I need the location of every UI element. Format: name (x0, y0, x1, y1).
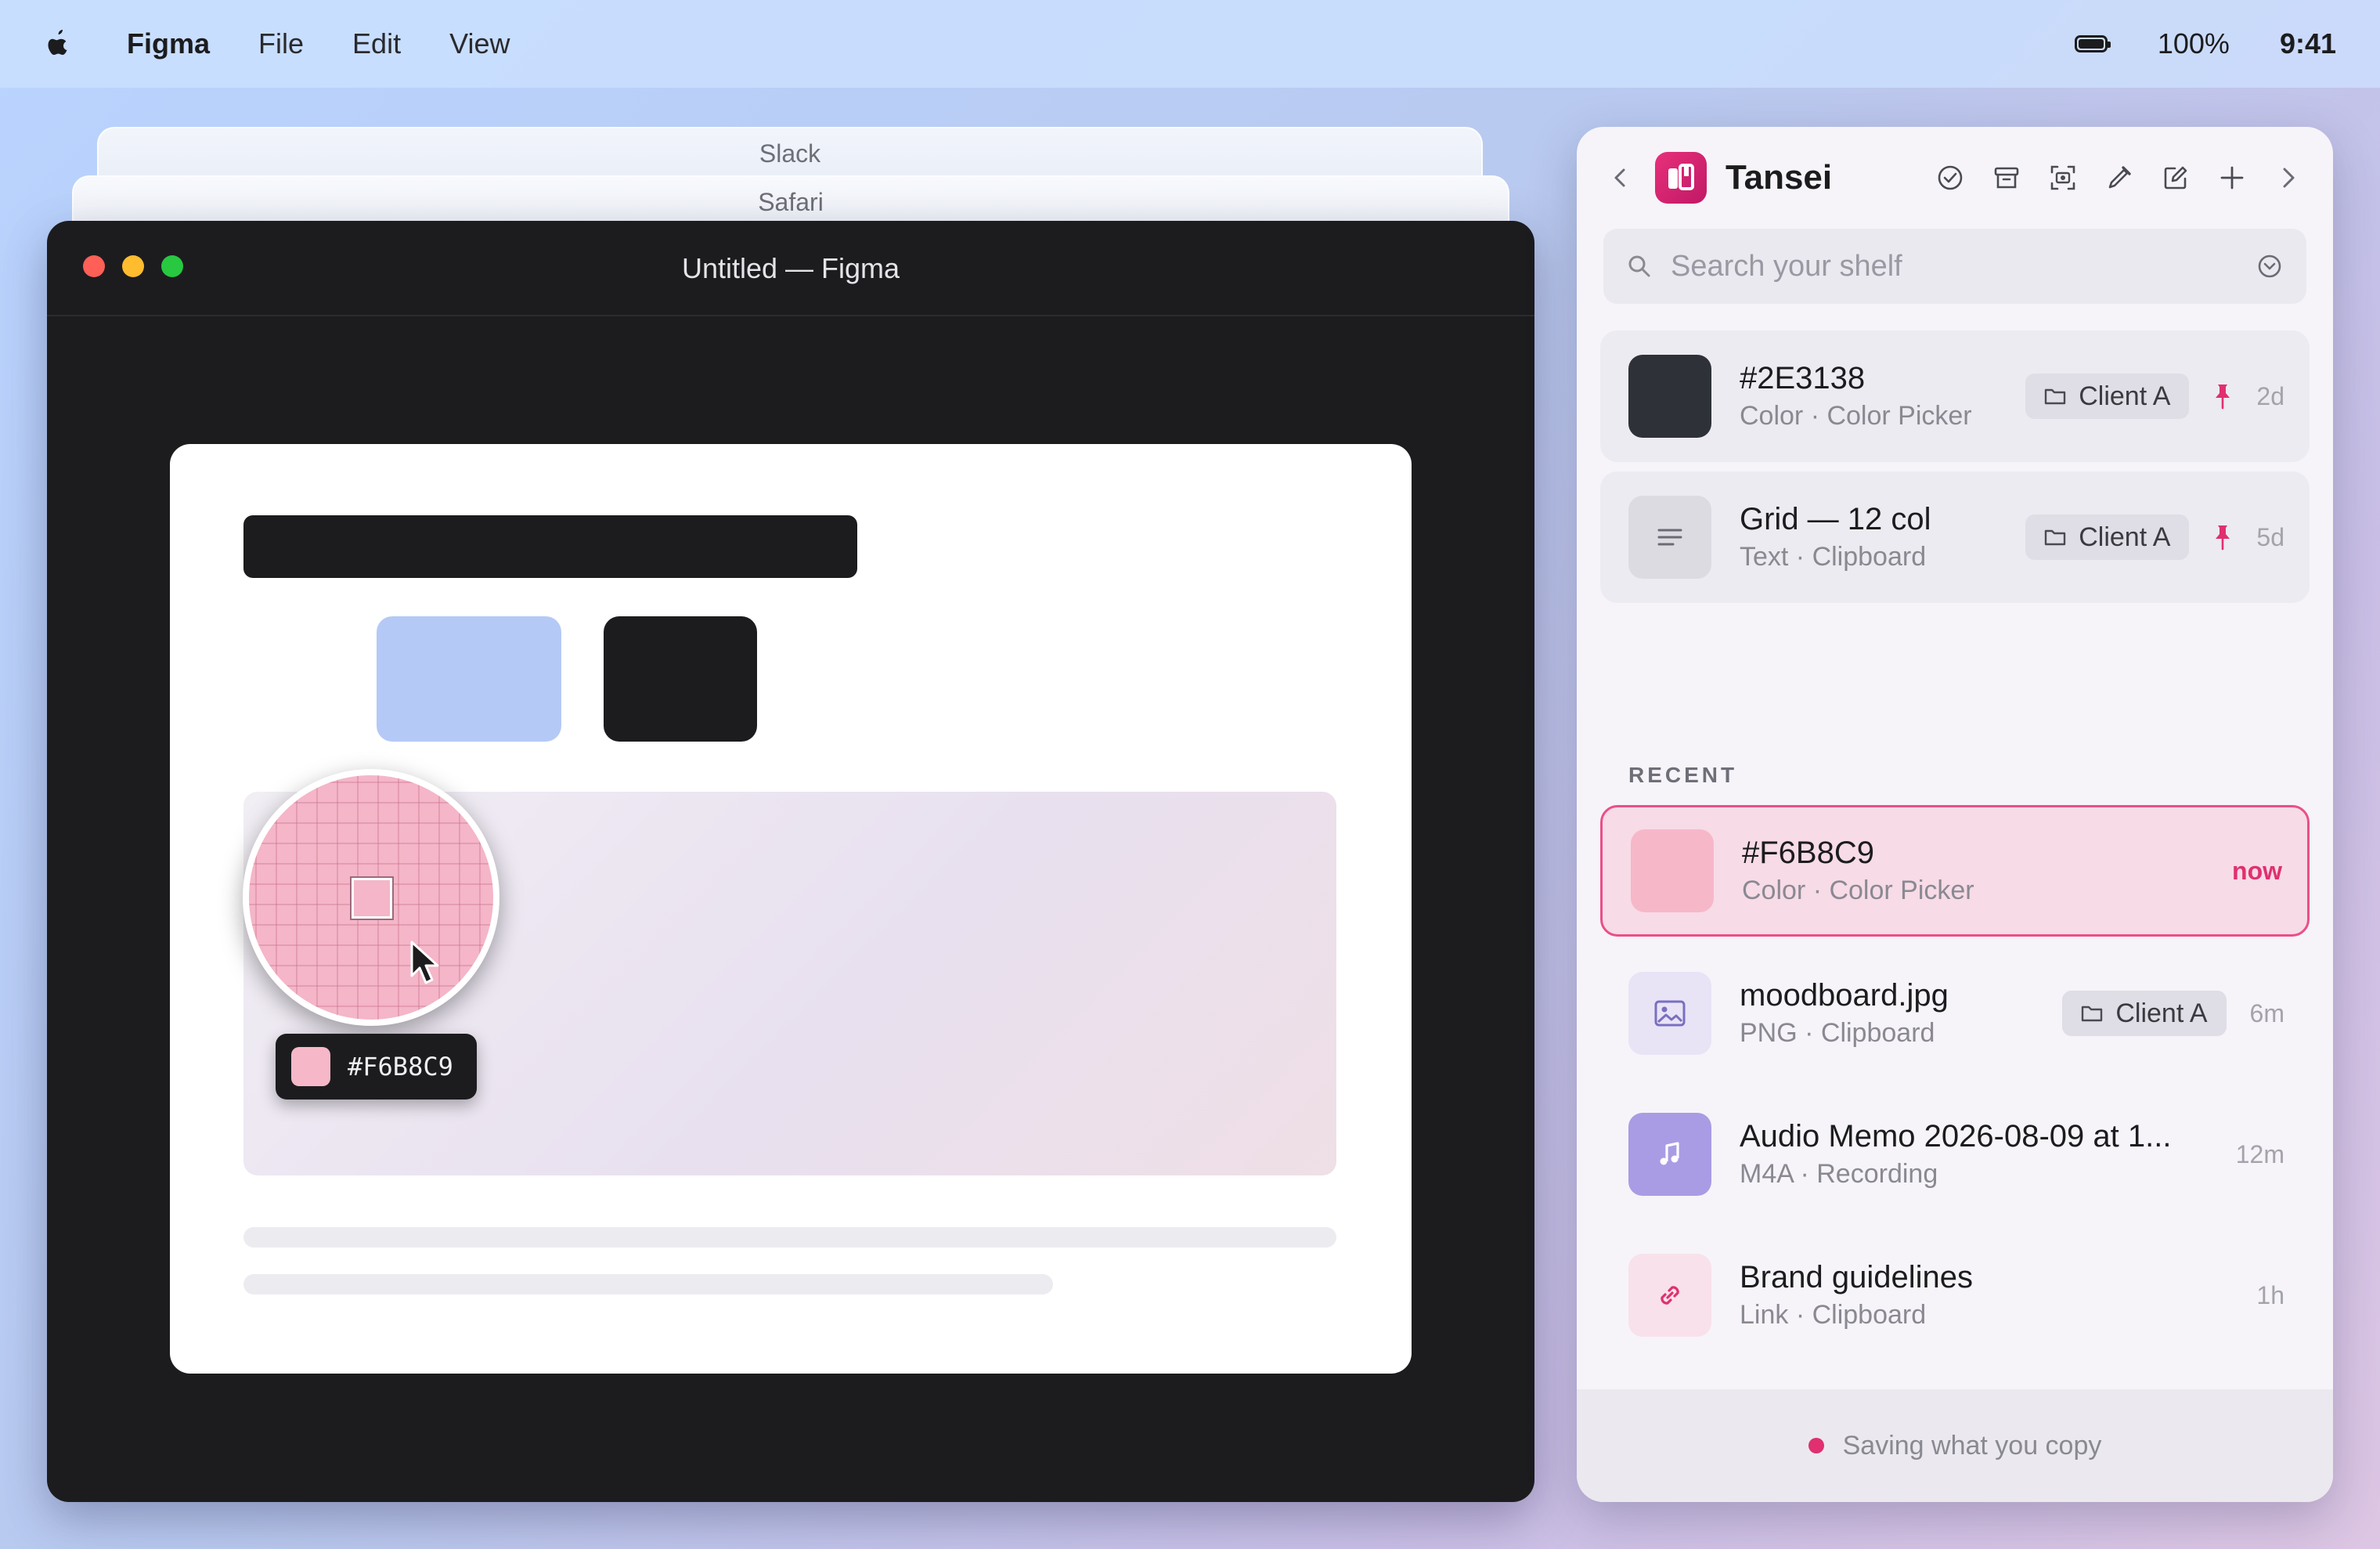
folder-tag-label: Client A (2115, 998, 2208, 1028)
tansei-app-name: Tansei (1726, 158, 1833, 197)
window-title-slack: Slack (759, 139, 821, 168)
shelf-item-subtitle: Color · Color Picker (1740, 401, 1972, 431)
search-icon (1628, 255, 1650, 277)
chevron-right-icon[interactable] (2274, 163, 2303, 193)
menu-edit[interactable]: Edit (352, 27, 401, 60)
shelf-item-time: 5d (2256, 522, 2284, 551)
recording-status-dot (1808, 1438, 1824, 1453)
shelf-item-info: Brand guidelines Link · Clipboard (1740, 1260, 2256, 1331)
shelf-item-recent[interactable]: Brand guidelines Link · Clipboard 1h (1600, 1229, 2310, 1361)
apple-logo-icon[interactable] (44, 28, 72, 60)
color-swatch-thumb (1631, 829, 1714, 912)
shelf-item-time: 6m (2249, 998, 2284, 1027)
eyedropper-icon[interactable] (2104, 163, 2134, 193)
shelf-item-title: Audio Memo 2026-08-09 at 1... (1740, 1119, 2172, 1154)
folder-icon (2045, 529, 2066, 546)
menu-status-area: 100% 9:41 (2074, 27, 2336, 60)
link-icon (1661, 1286, 1679, 1305)
battery-percent: 100% (2157, 27, 2230, 60)
music-note-icon (1660, 1142, 1679, 1165)
shelf-item-title: #2E3138 (1740, 361, 1866, 395)
shelf-item-info: Audio Memo 2026-08-09 at 1... M4A · Reco… (1740, 1119, 2236, 1190)
shelf-item-info: #F6B8C9 Color · Color Picker (1742, 836, 2232, 906)
tansei-logo-icon (1655, 152, 1707, 204)
pin-icon[interactable] (2212, 524, 2233, 551)
archive-icon[interactable] (1992, 163, 2021, 193)
figma-titlebar: Untitled — Figma (47, 221, 1534, 316)
color-picker-loupe[interactable] (243, 769, 499, 1026)
text-thumb (1628, 496, 1711, 579)
image-thumb (1628, 972, 1711, 1055)
shelf-search-input[interactable] (1671, 249, 2256, 283)
screenshot-scan-icon[interactable] (2048, 163, 2078, 193)
folder-tag-label: Client A (2079, 522, 2171, 552)
pin-icon[interactable] (2212, 383, 2233, 410)
frame-placeholder-line[interactable] (243, 1227, 1336, 1248)
plus-icon[interactable] (2217, 163, 2247, 193)
picked-color-chip (291, 1047, 330, 1086)
section-header-recent: RECENT (1628, 763, 1738, 787)
folder-tag[interactable]: Client A (2025, 515, 2190, 560)
folder-tag-label: Client A (2079, 381, 2171, 411)
filter-dropdown-icon[interactable] (2256, 253, 2283, 280)
shelf-item-time: 2d (2256, 381, 2284, 410)
tansei-panel: Tansei #2E3138 Color · Color Picker Clie… (1577, 127, 2333, 1502)
shelf-item-info: moodboard.jpg PNG · Clipboard (1740, 978, 2062, 1049)
menu-view[interactable]: View (449, 27, 510, 60)
check-circle-icon[interactable] (1935, 163, 1965, 193)
color-swatch-thumb (1628, 355, 1711, 438)
folder-tag[interactable]: Client A (2062, 991, 2227, 1036)
shelf-item-subtitle: Link · Clipboard (1740, 1300, 1927, 1330)
mouse-pointer-icon (410, 941, 439, 984)
tansei-header: Tansei (1577, 127, 2333, 229)
picked-color-tooltip: #F6B8C9 (276, 1034, 477, 1099)
picked-color-hex: #F6B8C9 (348, 1052, 453, 1081)
frame-placeholder-line-short[interactable] (243, 1274, 1053, 1294)
shelf-item-title: Grid — 12 col (1740, 502, 1931, 536)
menu-clock[interactable]: 9:41 (2280, 27, 2336, 60)
tansei-toolbar (1935, 163, 2303, 193)
folder-icon (2045, 388, 2066, 405)
shelf-item-subtitle: M4A · Recording (1740, 1159, 1938, 1189)
shelf-item-recent-selected[interactable]: #F6B8C9 Color · Color Picker now (1600, 805, 2310, 937)
image-icon (1654, 1000, 1686, 1027)
shelf-item-title: Brand guidelines (1740, 1260, 1973, 1294)
shelf-item-recent[interactable]: moodboard.jpg PNG · Clipboard Client A 6… (1600, 948, 2310, 1079)
shelf-item-title: moodboard.jpg (1740, 978, 1949, 1013)
shelf-item-title: #F6B8C9 (1742, 836, 1874, 870)
shelf-item-pinned[interactable]: Grid — 12 col Text · Clipboard Client A … (1600, 471, 2310, 603)
shelf-item-recent[interactable]: Audio Memo 2026-08-09 at 1... M4A · Reco… (1600, 1089, 2310, 1220)
status-text: Saving what you copy (1842, 1430, 2102, 1461)
frame-dark-block[interactable] (604, 616, 757, 742)
shelf-search-bar (1603, 229, 2306, 304)
shelf-item-info: Grid — 12 col Text · Clipboard (1740, 502, 2025, 572)
folder-icon (2082, 1006, 2103, 1022)
shelf-item-subtitle: PNG · Clipboard (1740, 1018, 1935, 1048)
chevron-left-icon[interactable] (1606, 164, 1635, 192)
menu-bar: Figma File Edit View 100% 9:41 (0, 0, 2380, 88)
shelf-item-pinned[interactable]: #2E3138 Color · Color Picker Client A 2d (1600, 330, 2310, 462)
battery-icon[interactable] (2074, 35, 2111, 52)
compose-icon[interactable] (2161, 163, 2191, 193)
folder-tag[interactable]: Client A (2025, 374, 2190, 419)
menu-app-figma[interactable]: Figma (127, 27, 210, 60)
tansei-status-footer: Saving what you copy (1577, 1389, 2333, 1502)
loupe-target-pixel (350, 876, 394, 920)
link-thumb (1628, 1254, 1711, 1337)
text-lines-icon (1657, 529, 1682, 546)
audio-thumb (1628, 1113, 1711, 1196)
shelf-item-time: now (2232, 856, 2282, 885)
frame-blue-block[interactable] (377, 616, 561, 742)
frame-header-bar[interactable] (243, 515, 857, 578)
shelf-item-info: #2E3138 Color · Color Picker (1740, 361, 2025, 431)
shelf-item-time: 12m (2235, 1139, 2284, 1168)
figma-window: Untitled — Figma #F6B8C9 (47, 221, 1534, 1502)
shelf-item-subtitle: Text · Clipboard (1740, 542, 1927, 572)
shelf-item-time: 1h (2256, 1280, 2284, 1309)
window-title-safari: Safari (758, 188, 824, 216)
menu-file[interactable]: File (258, 27, 304, 60)
shelf-item-subtitle: Color · Color Picker (1742, 876, 1974, 905)
figma-window-title: Untitled — Figma (681, 252, 900, 284)
